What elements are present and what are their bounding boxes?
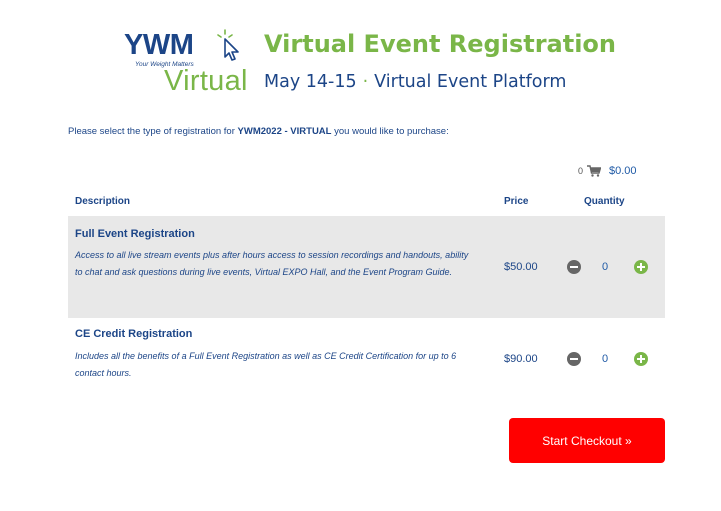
intro-text: Please select the type of registration f… <box>68 126 449 138</box>
item-price: $90.00 <box>504 353 538 365</box>
item-name: Full Event Registration <box>75 228 195 240</box>
intro-prefix: Please select the type of registration f… <box>68 126 238 137</box>
header-quantity: Quantity <box>584 196 625 207</box>
logo-brand: YWM <box>124 29 194 61</box>
header-price: Price <box>504 196 529 207</box>
intro-event-code: YWM2022 - VIRTUAL <box>237 126 332 137</box>
ywm-virtual-logo: YWM Your Weight Matters Virtual <box>124 28 254 98</box>
item-description: Access to all live stream events plus af… <box>75 250 469 277</box>
event-subtitle: May 14-15 · Virtual Event Platform <box>264 70 566 94</box>
item-name: CE Credit Registration <box>75 328 193 340</box>
item-description: Includes all the benefits of a Full Even… <box>75 351 457 378</box>
table-row: CE Credit Registration Includes all the … <box>68 318 665 398</box>
page-title: Virtual Event Registration <box>264 30 617 58</box>
decrease-quantity-button[interactable] <box>567 260 581 274</box>
item-price: $50.00 <box>504 261 538 273</box>
intro-suffix: you would like to purchase: <box>331 126 449 137</box>
cart-summary[interactable]: 0 $0.00 <box>578 164 637 178</box>
event-date: May 14-15 <box>264 72 357 92</box>
quantity-value: 0 <box>601 261 609 273</box>
increase-quantity-button[interactable] <box>634 352 648 366</box>
cart-icon <box>587 165 602 177</box>
header-description: Description <box>75 196 131 207</box>
logo-virtual: Virtual <box>164 65 248 97</box>
increase-quantity-button[interactable] <box>634 260 648 274</box>
cart-total: $0.00 <box>609 165 637 177</box>
event-venue: Virtual Event Platform <box>374 72 567 92</box>
subtitle-separator: · <box>362 72 369 92</box>
quantity-value: 0 <box>601 353 609 365</box>
start-checkout-button[interactable]: Start Checkout » <box>509 418 665 463</box>
cursor-click-icon <box>217 29 239 61</box>
table-row: Full Event Registration Access to all li… <box>68 216 665 318</box>
decrease-quantity-button[interactable] <box>567 352 581 366</box>
cart-count: 0 <box>578 166 584 176</box>
